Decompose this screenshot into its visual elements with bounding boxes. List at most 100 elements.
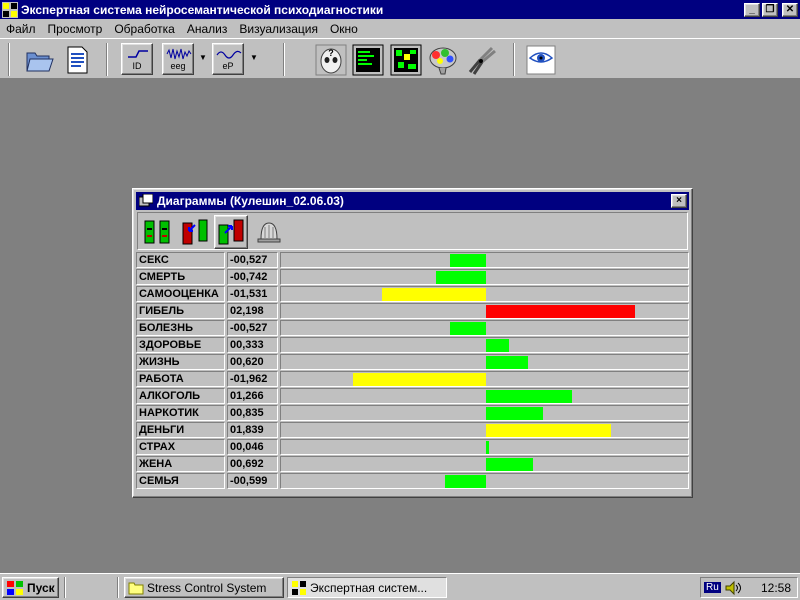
row-value: -00,599 [227, 473, 278, 489]
brain-button[interactable] [426, 43, 460, 77]
ep-wave-icon [216, 50, 242, 59]
row-bar [486, 339, 509, 352]
open-folder-button[interactable] [22, 43, 56, 77]
row-name: САМООЦЕНКА [136, 286, 225, 302]
row-name: ЗДОРОВЬЕ [136, 337, 225, 353]
minimize-button[interactable]: _ [744, 2, 760, 17]
ep-dropdown-icon[interactable]: ▼ [250, 53, 258, 62]
eye-button[interactable] [524, 43, 558, 77]
row-value: 01,266 [227, 388, 278, 404]
bell-button[interactable] [252, 215, 286, 249]
head-compare-button[interactable] [178, 215, 212, 249]
row-name: РАБОТА [136, 371, 225, 387]
table-row: СЕМЬЯ -00,599 [136, 473, 691, 489]
menu-analysis[interactable]: Анализ [181, 22, 234, 36]
row-name: СЕКС [136, 252, 225, 268]
row-bar [445, 475, 486, 488]
row-value: -00,527 [227, 252, 278, 268]
pliers-icon [468, 46, 496, 75]
close-icon: ✕ [785, 3, 795, 15]
row-bar [435, 271, 486, 284]
row-bar [486, 356, 529, 369]
row-name: АЛКОГОЛЬ [136, 388, 225, 404]
menu-window[interactable]: Окно [324, 22, 364, 36]
restore-button[interactable]: ❐ [762, 2, 778, 17]
app-icon [292, 580, 306, 595]
brain-icon [429, 47, 457, 75]
row-name: ЖИЗНЬ [136, 354, 225, 370]
app-icon [2, 1, 18, 18]
language-indicator[interactable]: Ru [704, 582, 721, 593]
task-stress-control[interactable]: Stress Control System [124, 577, 284, 598]
row-bar-cell [280, 269, 689, 285]
window-title: Экспертная система нейросемантической пс… [21, 2, 384, 17]
terminal-button[interactable] [351, 43, 385, 77]
menu-file[interactable]: Файл [0, 22, 42, 36]
dialog-title-bar: Диаграммы (Кулешин_02.06.03) × [136, 192, 689, 210]
row-bar [486, 390, 573, 403]
row-bar-cell [280, 439, 689, 455]
id-wave-icon [128, 50, 148, 58]
id-button[interactable]: ID [121, 43, 153, 75]
row-value: -01,962 [227, 371, 278, 387]
taskbar-separator [64, 577, 66, 598]
head-pair-icon [144, 220, 170, 244]
ep-label: eP [222, 61, 234, 71]
eeg-wave-icon [166, 48, 192, 60]
close-button[interactable]: ✕ [782, 2, 798, 17]
table-row: АЛКОГОЛЬ 01,266 [136, 388, 691, 404]
grid-map-icon [390, 44, 422, 76]
table-row: РАБОТА -01,962 [136, 371, 691, 387]
taskbar-separator [117, 577, 119, 598]
eeg-button[interactable]: eeg [162, 43, 194, 75]
main-title-bar: Экспертная система нейросемантической пс… [0, 0, 800, 19]
clock: 12:58 [760, 580, 791, 595]
row-bar-cell [280, 303, 689, 319]
table-row: ЗДОРОВЬЕ 00,333 [136, 337, 691, 353]
tools-button[interactable] [465, 43, 499, 77]
table-row: ЖЕНА 00,692 [136, 456, 691, 472]
id-label: ID [132, 61, 142, 71]
row-bar-cell [280, 405, 689, 421]
minimize-icon: _ [749, 3, 755, 15]
row-bar-cell [280, 456, 689, 472]
start-label: Пуск [27, 580, 55, 595]
task-label: Экспертная систем... [310, 580, 428, 595]
row-value: -01,531 [227, 286, 278, 302]
dialog-close-button[interactable]: × [671, 194, 687, 208]
eeg-dropdown-icon[interactable]: ▼ [199, 53, 207, 62]
eye-icon [526, 45, 556, 75]
head-pair-button[interactable] [140, 215, 174, 249]
row-name: СМЕРТЬ [136, 269, 225, 285]
grid-map-button[interactable] [389, 43, 423, 77]
task-label: Stress Control System [147, 580, 267, 595]
menu-bar: Файл Просмотр Обработка Анализ Визуализа… [0, 19, 800, 38]
speaker-icon[interactable] [724, 580, 744, 596]
table-row: СЕКС -00,527 [136, 252, 691, 268]
face-analysis-button[interactable]: ? [314, 43, 348, 77]
table-row: СМЕРТЬ -00,742 [136, 269, 691, 285]
row-value: 00,333 [227, 337, 278, 353]
row-bar [486, 407, 543, 420]
head-transfer-button[interactable] [214, 215, 248, 249]
menu-visualization[interactable]: Визуализация [233, 22, 324, 36]
menu-view[interactable]: Просмотр [42, 22, 109, 36]
row-bar-cell [280, 252, 689, 268]
table-row: НАРКОТИК 00,835 [136, 405, 691, 421]
row-value: 02,198 [227, 303, 278, 319]
task-expert-system[interactable]: Экспертная систем... [287, 577, 447, 598]
row-name: СТРАХ [136, 439, 225, 455]
row-name: ДЕНЬГИ [136, 422, 225, 438]
document-button[interactable] [60, 43, 94, 77]
menu-process[interactable]: Обработка [108, 22, 181, 36]
table-row: САМООЦЕНКА -01,531 [136, 286, 691, 302]
ep-button[interactable]: eP [212, 43, 244, 75]
table-row: БОЛЕЗНЬ -00,527 [136, 320, 691, 336]
table-row: ДЕНЬГИ 01,839 [136, 422, 691, 438]
row-bar [352, 373, 486, 386]
system-tray: Ru 12:58 [700, 577, 798, 598]
table-row: ЖИЗНЬ 00,620 [136, 354, 691, 370]
row-name: НАРКОТИК [136, 405, 225, 421]
start-button[interactable]: Пуск [2, 577, 59, 598]
diagram-dialog: Диаграммы (Кулешин_02.06.03) × СЕКС -00,… [132, 188, 693, 498]
